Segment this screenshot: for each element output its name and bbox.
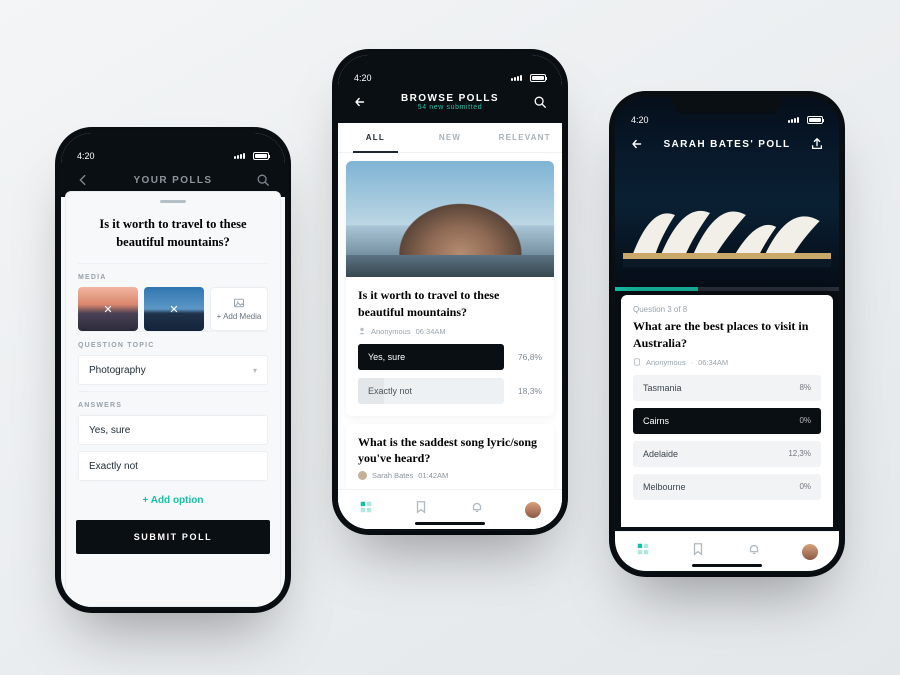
topic-value: Photography — [89, 365, 146, 376]
phone-browse-polls: 4:20 BROWSE POLLS 54 new submitted — [335, 52, 565, 532]
device-notch — [672, 94, 782, 114]
sheet-handle[interactable] — [160, 200, 186, 203]
page-subtitle: 54 new submitted — [368, 104, 532, 111]
remove-media-icon[interactable]: ✕ — [101, 302, 115, 316]
device-notch — [118, 130, 228, 150]
page-title: BROWSE POLLS — [401, 93, 499, 104]
filter-tabs: ALL NEW RELEVANT — [338, 123, 562, 153]
nav-avatar[interactable] — [525, 502, 541, 518]
section-label-media: MEDIA — [78, 263, 268, 287]
document-icon — [633, 358, 641, 366]
share-icon[interactable] — [809, 136, 825, 152]
poll-option-label: Melbourne — [643, 482, 686, 492]
poll-option-selected[interactable]: Cairns 0% — [633, 408, 821, 434]
poll-option-label: Exactly not — [368, 386, 412, 396]
poll-progress-bar — [615, 287, 839, 291]
signal-icon — [511, 75, 522, 81]
poll-time: 06:34AM — [698, 358, 728, 367]
poll-option[interactable]: Exactly not — [358, 378, 504, 404]
page-title: YOUR POLLS — [91, 175, 255, 186]
question-counter: Question 3 of 8 — [633, 305, 821, 314]
poll-option-label: Yes, sure — [368, 352, 405, 362]
poll-question: Is it worth to travel to these beautiful… — [358, 287, 542, 321]
add-media-label: + Add Media — [217, 312, 262, 321]
back-icon[interactable] — [629, 136, 645, 152]
nav-home-icon[interactable] — [359, 500, 373, 519]
add-media-button[interactable]: + Add Media — [210, 287, 268, 331]
back-icon[interactable] — [352, 94, 368, 110]
phone-create-poll: 4:20 YOUR POLLS Is it worth to travel t — [58, 130, 288, 610]
media-thumb[interactable]: ✕ — [78, 287, 138, 331]
answer-input[interactable]: Exactly not — [78, 451, 268, 481]
section-label-answers: ANSWERS — [78, 391, 268, 415]
nav-avatar[interactable] — [802, 544, 818, 560]
poll-author: Anonymous — [371, 327, 411, 336]
signal-icon — [234, 153, 245, 159]
topic-select[interactable]: Photography — [78, 355, 268, 385]
image-icon — [233, 297, 245, 309]
battery-icon — [807, 116, 823, 124]
poll-option-pct: 76,8% — [512, 352, 542, 362]
poll-question: What is the saddest song lyric/song you'… — [358, 434, 542, 468]
poll-option-label: Adelaide — [643, 449, 678, 459]
search-icon[interactable] — [532, 94, 548, 110]
submit-poll-button[interactable]: SUBMIT POLL — [76, 520, 270, 554]
status-time: 4:20 — [631, 115, 649, 125]
nav-bell-icon[interactable] — [470, 500, 484, 519]
add-option-button[interactable]: + Add option — [78, 487, 268, 516]
poll-option-pct: 12,3% — [788, 449, 811, 458]
poll-option-pct: 0% — [799, 482, 811, 491]
status-time: 4:20 — [77, 151, 95, 161]
poll-option-pct: 8% — [799, 383, 811, 392]
poll-time: 06:34AM — [416, 327, 446, 336]
tab-new[interactable]: NEW — [413, 123, 488, 152]
poll-option-pct: 0% — [799, 416, 811, 425]
poll-question: What are the best places to visit in Aus… — [633, 318, 821, 352]
device-notch — [395, 52, 505, 72]
phone-poll-detail: 4:20 SARAH BATES' POLL Question 3 of 8 — [612, 94, 842, 574]
poll-card[interactable]: What is the saddest song lyric/song you'… — [346, 424, 554, 493]
section-label-topic: QUESTION TOPIC — [78, 331, 268, 355]
tab-all[interactable]: ALL — [338, 123, 413, 152]
poll-question-input[interactable]: Is it worth to travel to these beautiful… — [66, 209, 280, 263]
back-icon[interactable] — [75, 172, 91, 188]
battery-icon — [530, 74, 546, 82]
media-thumb[interactable]: ✕ — [144, 287, 204, 331]
answer-text: Exactly not — [89, 461, 138, 472]
battery-icon — [253, 152, 269, 160]
author-avatar — [358, 471, 367, 480]
nav-bell-icon[interactable] — [747, 542, 761, 561]
poll-option-label: Cairns — [643, 416, 669, 426]
home-indicator — [692, 564, 762, 567]
user-icon — [358, 327, 366, 335]
opera-house-illustration — [623, 197, 831, 267]
home-indicator — [415, 522, 485, 525]
poll-option-pct: 18,3% — [512, 386, 542, 396]
poll-question-card: Question 3 of 8 What are the best places… — [621, 295, 833, 527]
poll-author: Sarah Bates — [372, 471, 413, 480]
signal-icon — [788, 117, 799, 123]
nav-bookmark-icon[interactable] — [691, 542, 705, 561]
poll-author: Anonymous — [646, 358, 686, 367]
status-time: 4:20 — [354, 73, 372, 83]
search-icon[interactable] — [255, 172, 271, 188]
poll-option[interactable]: Tasmania 8% — [633, 375, 821, 401]
answer-text: Yes, sure — [89, 425, 130, 436]
nav-home-icon[interactable] — [636, 542, 650, 561]
poll-option-label: Tasmania — [643, 383, 682, 393]
nav-bookmark-icon[interactable] — [414, 500, 428, 519]
poll-option[interactable]: Yes, sure — [358, 344, 504, 370]
answer-input[interactable]: Yes, sure — [78, 415, 268, 445]
poll-time: 01:42AM — [418, 471, 448, 480]
poll-card-image — [346, 161, 554, 277]
poll-option[interactable]: Adelaide 12,3% — [633, 441, 821, 467]
tab-relevant[interactable]: RELEVANT — [487, 123, 562, 152]
poll-card[interactable]: Is it worth to travel to these beautiful… — [346, 161, 554, 416]
poll-option[interactable]: Melbourne 0% — [633, 474, 821, 500]
page-title: SARAH BATES' POLL — [645, 139, 809, 150]
remove-media-icon[interactable]: ✕ — [167, 302, 181, 316]
